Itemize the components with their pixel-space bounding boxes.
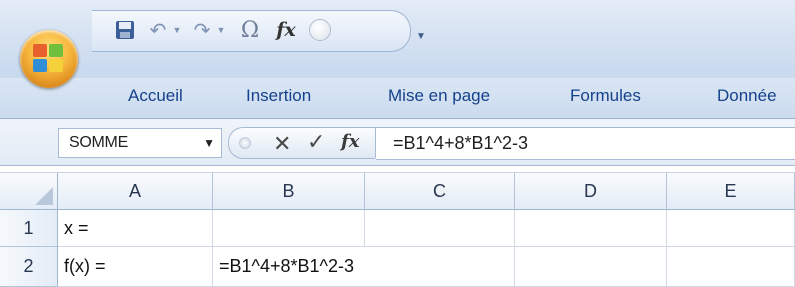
column-header-d[interactable]: D (515, 173, 667, 210)
resize-grip-icon[interactable] (239, 137, 251, 149)
undo-dropdown-icon[interactable]: ▼ (171, 19, 183, 41)
ribbon-tab-bar: Accueil Insertion Mise en page Formules … (0, 78, 795, 119)
formula-text: =B1^4+8*B1^2-3 (393, 133, 528, 153)
select-all-icon (35, 187, 53, 205)
tab-insertion[interactable]: Insertion (246, 86, 311, 106)
name-box-value: SOMME (69, 134, 128, 151)
formula-input[interactable]: =B1^4+8*B1^2-3 (376, 127, 795, 160)
cell-c2[interactable] (365, 247, 515, 287)
cell-d2[interactable] (515, 247, 667, 287)
cell-a2[interactable]: f(x) = (58, 247, 213, 287)
cell-a1[interactable]: x = (58, 210, 213, 247)
quick-access-toolbar: ↶ ▼ ↷ ▼ Ω fx ▼ (92, 10, 426, 52)
select-all-corner[interactable] (0, 173, 58, 210)
cell-e2[interactable] (667, 247, 795, 287)
circle-icon[interactable] (308, 19, 332, 41)
column-header-b[interactable]: B (213, 173, 365, 210)
spreadsheet-grid: A B C D E 1 x = 2 f(x) = =B1^4+8*B1^2-3 (0, 173, 795, 287)
enter-checkmark-icon[interactable]: ✓ (307, 129, 325, 155)
row-header-1[interactable]: 1 (0, 210, 58, 247)
insert-function-icon[interactable]: fx (272, 19, 300, 41)
omega-symbol-icon[interactable]: Ω (237, 18, 263, 43)
name-box-dropdown-icon[interactable]: ▼ (203, 136, 215, 150)
undo-icon[interactable]: ↶ (147, 19, 169, 42)
name-box[interactable]: SOMME ▼ (58, 128, 222, 158)
office-logo-icon (33, 44, 65, 74)
formula-bar: SOMME ▼ ✕ ✓ fx =B1^4+8*B1^2-3 (0, 119, 795, 166)
cell-e1[interactable] (667, 210, 795, 247)
insert-function-button[interactable]: fx (341, 131, 359, 152)
tab-formules[interactable]: Formules (570, 86, 641, 106)
formula-bar-buttons: ✕ ✓ fx (228, 127, 375, 159)
row-header-2[interactable]: 2 (0, 247, 58, 287)
column-header-a[interactable]: A (58, 173, 213, 210)
cancel-icon[interactable]: ✕ (273, 131, 291, 157)
cell-c1[interactable] (365, 210, 515, 247)
cell-b1[interactable] (213, 210, 365, 247)
column-header-e[interactable]: E (667, 173, 795, 210)
redo-dropdown-icon[interactable]: ▼ (215, 19, 227, 41)
redo-icon[interactable]: ↷ (191, 19, 213, 42)
tab-mise-en-page[interactable]: Mise en page (388, 86, 490, 106)
tab-donnees[interactable]: Donnée (717, 86, 777, 106)
formula-bar-gap (0, 166, 795, 173)
save-icon[interactable] (114, 19, 136, 41)
customize-toolbar-icon[interactable]: ▼ (414, 25, 428, 47)
column-header-c[interactable]: C (365, 173, 515, 210)
office-button[interactable] (20, 30, 78, 88)
tab-accueil[interactable]: Accueil (128, 86, 183, 106)
cell-d1[interactable] (515, 210, 667, 247)
cell-b2[interactable]: =B1^4+8*B1^2-3 (213, 247, 365, 287)
